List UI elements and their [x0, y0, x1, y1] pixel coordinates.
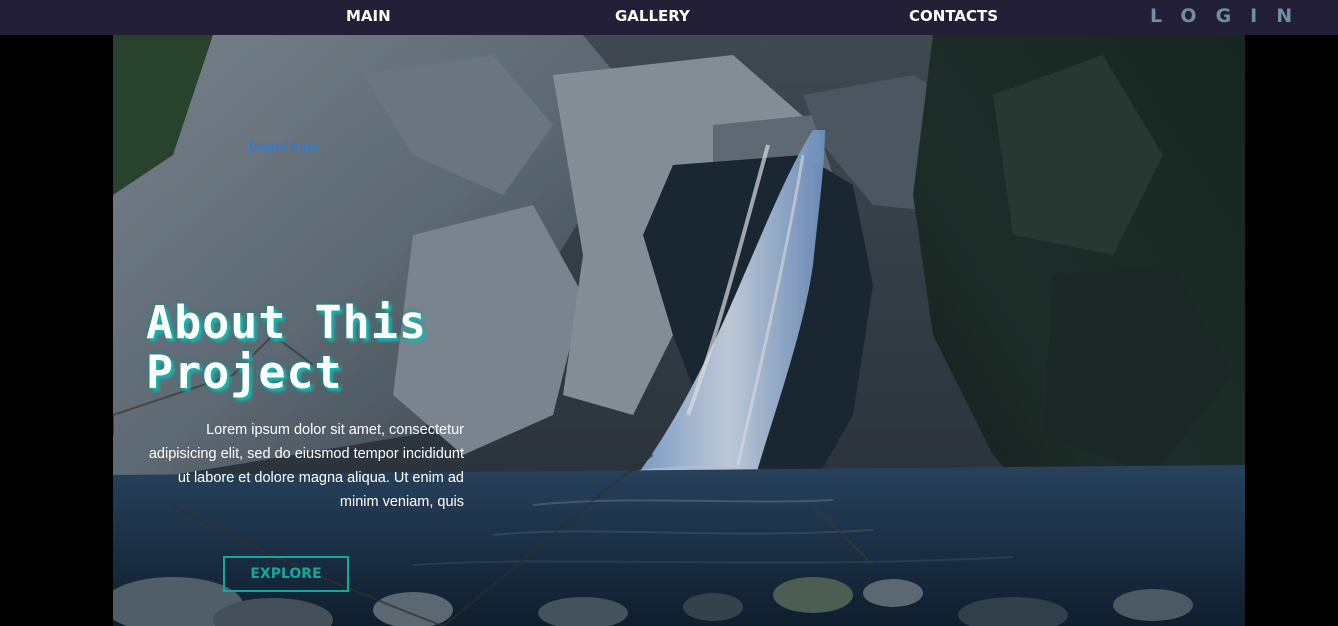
brand-logo[interactable]: brand logo	[249, 138, 320, 155]
hero-title: About This Project	[146, 296, 427, 399]
login-link[interactable]: LOGIN	[1150, 5, 1311, 27]
nav-main-link[interactable]: MAIN	[346, 7, 391, 25]
nav-contacts-link[interactable]: CONTACTS	[909, 7, 998, 25]
hero-description: Lorem ipsum dolor sit amet, consectetur …	[148, 422, 464, 510]
top-navigation-bar: MAIN GALLERY CONTACTS LOGIN	[0, 0, 1338, 35]
nav-gallery-link[interactable]: GALLERY	[615, 7, 690, 25]
explore-button[interactable]: EXPLORE	[223, 556, 349, 592]
